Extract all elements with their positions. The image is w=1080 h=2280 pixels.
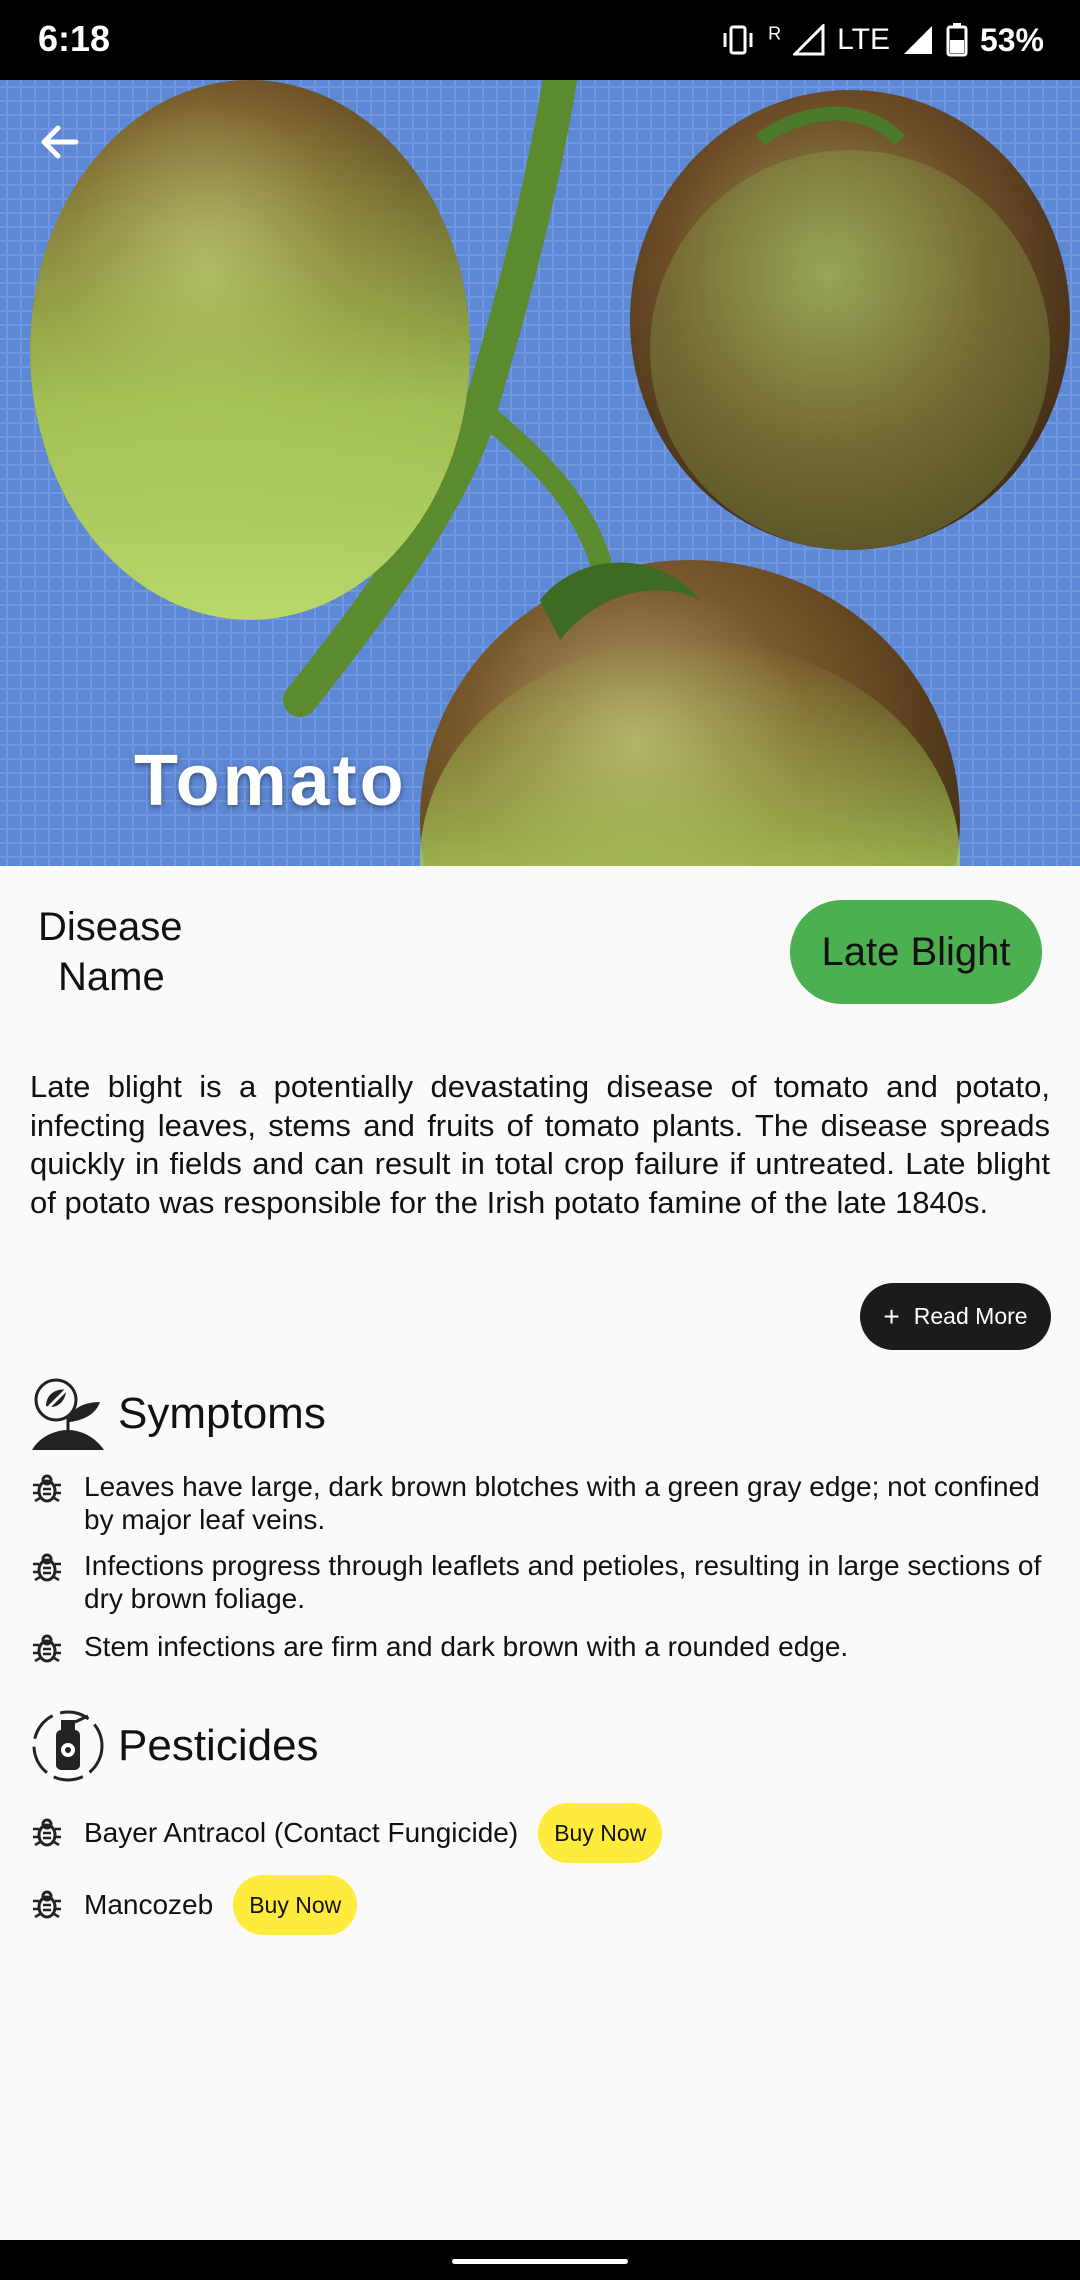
bug-icon: [33, 1553, 61, 1582]
network-roaming-label: R: [768, 22, 782, 43]
vibrate-icon: [723, 25, 753, 55]
pesticide-item: Bayer Antracol (Contact Fungicide) Buy N…: [30, 1802, 663, 1864]
symptom-text: Leaves have large, dark brown blotches w…: [84, 1471, 1040, 1535]
battery-icon: [946, 23, 968, 57]
buy-now-button[interactable]: Buy Now: [233, 1875, 358, 1935]
buy-now-button[interactable]: Buy Now: [538, 1803, 663, 1863]
bug-icon: [33, 1818, 61, 1847]
symptom-item: Stem infections are firm and dark brown …: [30, 1630, 1060, 1666]
symptoms-title: Symptoms: [118, 1389, 326, 1438]
back-button[interactable]: [36, 118, 100, 182]
arrow-back-icon: [41, 125, 79, 159]
signal-strength-icon: [903, 26, 932, 54]
disease-label-line1: Disease: [38, 905, 183, 949]
pesticide-item: Mancozeb Buy Now: [30, 1874, 358, 1936]
read-more-label: Read More: [913, 1303, 1028, 1329]
pesticide-name: Bayer Antracol (Contact Fungicide): [84, 1817, 519, 1848]
battery-percent: 53%: [979, 21, 1044, 58]
crop-title: Tomato: [134, 741, 407, 821]
network-type: LTE: [837, 23, 890, 56]
hero-banner: Tomato: [0, 80, 1080, 866]
disease-description: Late blight is a potentially devastating…: [30, 1069, 1050, 1220]
pesticide-name: Mancozeb: [84, 1889, 214, 1920]
plus-icon: +: [883, 1300, 900, 1332]
pesticide-spray-icon: [32, 1710, 104, 1782]
status-time: 6:18: [38, 18, 111, 59]
bug-icon: [33, 1634, 61, 1663]
disease-name-label: Disease Name: [38, 902, 238, 1002]
symptom-text: Stem infections are firm and dark brown …: [84, 1631, 849, 1662]
signal-icon: [793, 24, 825, 56]
plant-disease-icon: [32, 1378, 104, 1450]
symptom-item: Infections progress through leaflets and…: [30, 1549, 1060, 1615]
pesticides-title: Pesticides: [118, 1721, 319, 1770]
pesticides-header: Pesticides: [30, 1708, 319, 1784]
bug-icon: [33, 1890, 61, 1919]
disease-name-chip: Late Blight: [790, 900, 1042, 1004]
home-gesture-handle[interactable]: [452, 2259, 628, 2264]
status-bar: 6:18 R LTE 53%: [0, 0, 1080, 80]
status-icons: R LTE 53%: [720, 18, 1044, 62]
symptom-item: Leaves have large, dark brown blotches w…: [30, 1470, 1060, 1536]
symptoms-header: Symptoms: [30, 1376, 326, 1452]
bug-icon: [33, 1474, 61, 1503]
disease-label-line2: Name: [58, 955, 165, 999]
symptom-text: Infections progress through leaflets and…: [84, 1550, 1042, 1614]
read-more-button[interactable]: + Read More: [860, 1283, 1051, 1350]
